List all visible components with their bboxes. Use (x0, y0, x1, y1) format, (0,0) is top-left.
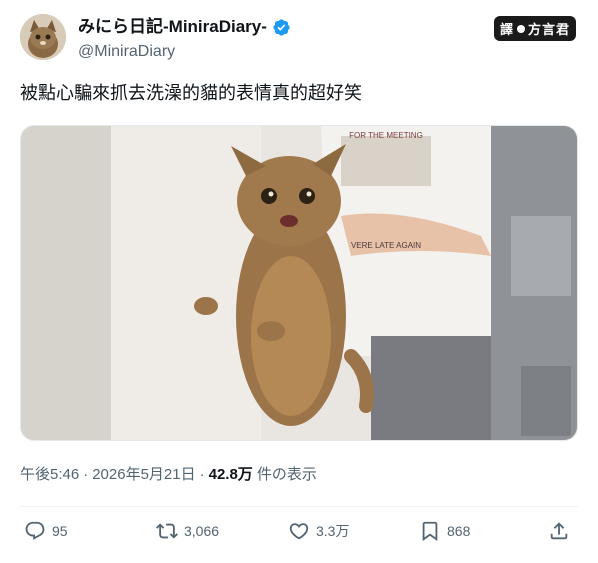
meta-separator-2: · (199, 466, 205, 483)
tweet-header: みにら日記-MiniraDiary- @MiniraDiary 譯 方言君 (20, 14, 580, 64)
shirt-text-bottom: VERE LATE AGAIN (351, 241, 421, 250)
action-bar: 95 3,066 3.3万 868 (24, 520, 576, 552)
author-handle[interactable]: @MiniraDiary (78, 42, 291, 62)
watermark-dot (516, 24, 525, 33)
share-icon (550, 522, 568, 540)
view-count: 42.8万 (208, 466, 253, 483)
meta-separator: · (83, 466, 89, 483)
tweet-time[interactable]: 午後5:46 (20, 463, 79, 484)
reply-count: 95 (52, 523, 68, 539)
watermark-right: 方言君 (527, 22, 570, 37)
bookmark-icon (422, 521, 438, 542)
like-count: 3.3万 (316, 523, 350, 539)
reply-icon (25, 521, 45, 540)
reply-button[interactable]: 95 (24, 520, 68, 542)
tweet-meta: 午後5:46 · 2026年5月21日 · 42.8万 件の表示 (20, 463, 317, 484)
heart-icon (289, 523, 309, 540)
tweet-date[interactable]: 2026年5月21日 (92, 463, 195, 484)
cat-photo: FOR THE MEETING VERE LATE AGAIN (21, 126, 577, 440)
tweet-text: 被點心騙來抓去洗澡的貓的表情真的超好笑 (20, 83, 362, 103)
view-count-label: 件の表示 (256, 466, 317, 483)
shirt-text-top: FOR THE MEETING (349, 131, 423, 140)
watermark-left: 譯 (499, 22, 514, 37)
retweet-button[interactable]: 3,066 (156, 520, 219, 542)
retweet-count: 3,066 (184, 523, 220, 539)
tweet-media-photo[interactable]: FOR THE MEETING VERE LATE AGAIN (20, 125, 578, 441)
bookmark-count: 868 (447, 523, 471, 539)
watermark-badge: 譯 方言君 (493, 16, 576, 41)
avatar-cat-image (20, 14, 66, 60)
divider (20, 506, 578, 507)
like-button[interactable]: 3.3万 (288, 520, 349, 542)
retweet-icon (156, 523, 178, 539)
author-display-name[interactable]: みにら日記-MiniraDiary- (78, 16, 267, 38)
bookmark-button[interactable]: 868 (419, 520, 470, 542)
verified-badge-icon (273, 18, 290, 36)
share-button[interactable] (548, 520, 570, 542)
avatar[interactable] (20, 14, 66, 60)
